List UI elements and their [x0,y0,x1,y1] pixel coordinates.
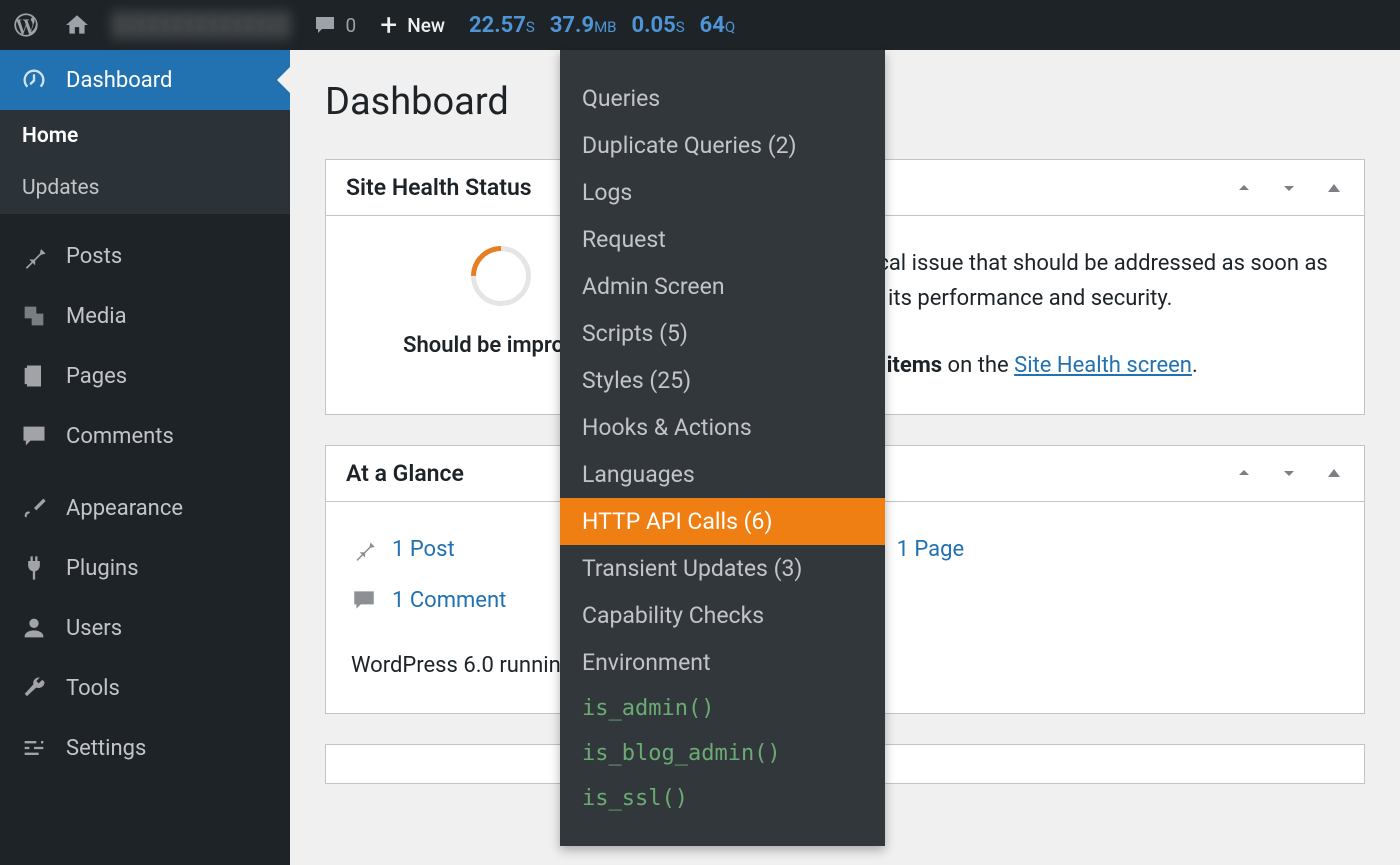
qm-item-6[interactable]: Styles (25) [560,357,885,404]
wrench-icon [20,674,48,702]
sidebar-label: Comments [66,424,174,449]
triangle-up-icon[interactable] [1324,463,1344,483]
sidebar-item-plugins[interactable]: Plugins [0,538,290,598]
sidebar-item-appearance[interactable]: Appearance [0,478,290,538]
wordpress-icon [12,11,40,39]
qm-item-10[interactable]: Transient Updates (3) [560,545,885,592]
site-name[interactable]: ████████████ [102,0,300,50]
admin-bar: ████████████ 0 + New 22.57S 37.9MB 0.05S… [0,0,1400,50]
wp-logo[interactable] [0,0,52,50]
comment-count: 0 [346,14,357,37]
sliders-icon [20,734,48,762]
glance-link[interactable]: 1 Comment [392,583,506,618]
qm-item-11[interactable]: Capability Checks [560,592,885,639]
sidebar-item-users[interactable]: Users [0,598,290,658]
qm-item-1[interactable]: Duplicate Queries (2) [560,122,885,169]
qm-item-9[interactable]: HTTP API Calls (6) [560,498,885,545]
sidebar-label: Posts [66,244,122,269]
qm-item-5[interactable]: Scripts (5) [560,310,885,357]
home-icon [64,12,90,38]
sidebar-label: Tools [66,676,120,701]
adminbar-comments[interactable]: 0 [300,0,369,50]
submenu-updates[interactable]: Updates [0,162,290,214]
qm-stats[interactable]: 22.57S 37.9MB 0.05S 64Q [457,0,747,50]
glance-link[interactable]: 1 Page [897,532,965,567]
comment-icon [312,13,338,37]
qm-item-2[interactable]: Logs [560,169,885,216]
sidebar-item-media[interactable]: Media [0,286,290,346]
sidebar-item-settings[interactable]: Settings [0,718,290,778]
sidebar-label: Dashboard [66,68,172,93]
site-health-heading: Site Health Status [346,174,532,201]
chevron-down-icon[interactable] [1279,463,1299,483]
dashboard-submenu: Home Updates [0,110,290,214]
admin-sidebar: Dashboard Home Updates Posts Media Pages… [0,50,290,865]
user-icon [20,614,48,642]
qm-item-14[interactable]: is_blog_admin() [560,731,885,776]
sidebar-item-tools[interactable]: Tools [0,658,290,718]
qm-dropdown: QueriesDuplicate Queries (2)LogsRequestA… [560,50,885,846]
health-gauge-icon [459,234,544,319]
media-icon [20,302,48,330]
pin-icon [20,242,48,270]
sidebar-label: Pages [66,364,127,389]
glance-link[interactable]: 1 Post [392,532,455,567]
dashboard-icon [20,66,48,94]
plus-icon: + [380,8,397,43]
sidebar-label: Users [66,616,122,641]
submenu-home[interactable]: Home [0,110,290,162]
qm-item-7[interactable]: Hooks & Actions [560,404,885,451]
triangle-up-icon[interactable] [1324,178,1344,198]
pin-icon [351,536,377,562]
glance-heading: At a Glance [346,460,464,487]
qm-item-8[interactable]: Languages [560,451,885,498]
sidebar-item-comments[interactable]: Comments [0,406,290,466]
sidebar-item-dashboard[interactable]: Dashboard [0,50,290,110]
adminbar-new[interactable]: + New [368,0,457,50]
sidebar-label: Appearance [66,496,183,521]
chevron-up-icon[interactable] [1234,463,1254,483]
sidebar-label: Plugins [66,556,139,581]
qm-item-15[interactable]: is_ssl() [560,776,885,821]
glance-pages[interactable]: 1 Page [856,532,1301,567]
comment-icon [351,587,377,613]
new-label: New [407,14,445,37]
sidebar-item-posts[interactable]: Posts [0,226,290,286]
comment-icon [20,422,48,450]
qm-item-4[interactable]: Admin Screen [560,263,885,310]
home-link[interactable] [52,0,102,50]
plug-icon [20,554,48,582]
chevron-down-icon[interactable] [1279,178,1299,198]
qm-item-3[interactable]: Request [560,216,885,263]
page-icon [20,362,48,390]
qm-item-0[interactable]: Queries [560,75,885,122]
sidebar-item-pages[interactable]: Pages [0,346,290,406]
sidebar-label: Settings [66,736,146,761]
qm-item-12[interactable]: Environment [560,639,885,686]
sidebar-label: Media [66,304,127,329]
brush-icon [20,494,48,522]
chevron-up-icon[interactable] [1234,178,1254,198]
site-health-link[interactable]: Site Health screen [1014,353,1192,378]
qm-item-13[interactable]: is_admin() [560,686,885,731]
